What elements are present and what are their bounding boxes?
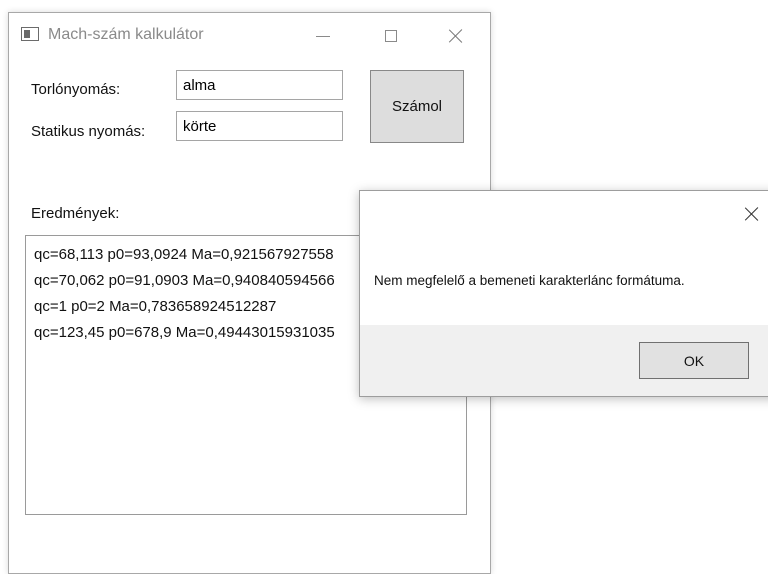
app-icon xyxy=(21,27,39,41)
close-icon xyxy=(745,207,759,221)
close-icon xyxy=(449,29,463,43)
close-button[interactable] xyxy=(439,23,473,49)
dialog-close-button[interactable] xyxy=(738,203,766,225)
dialog-message: Nem megfelelő a bemeneti karakterlánc fo… xyxy=(374,273,685,288)
maximize-button[interactable] xyxy=(374,23,408,49)
minimize-icon xyxy=(316,35,330,37)
title-bar[interactable]: Mach-szám kalkulátor xyxy=(9,13,490,57)
maximize-icon xyxy=(385,30,397,42)
statikus-nyomas-input[interactable] xyxy=(176,111,343,141)
error-message-box: Nem megfelelő a bemeneti karakterlánc fo… xyxy=(359,190,768,397)
ok-button[interactable]: OK xyxy=(639,342,749,379)
dialog-footer: OK xyxy=(360,325,768,396)
statikus-nyomas-label: Statikus nyomás: xyxy=(31,123,146,140)
results-label: Eredmények: xyxy=(31,205,120,222)
minimize-button[interactable] xyxy=(306,23,340,49)
torlonyomas-label: Torlónyomás: xyxy=(31,81,121,98)
window-title: Mach-szám kalkulátor xyxy=(48,26,204,43)
torlonyomas-input[interactable] xyxy=(176,70,343,100)
calculate-button[interactable]: Számol xyxy=(370,70,464,143)
